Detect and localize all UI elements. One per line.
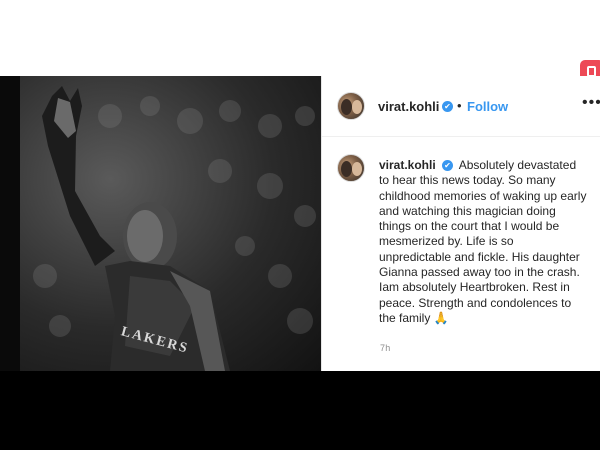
verified-badge-icon: ✔ bbox=[442, 101, 453, 112]
player-photo-illustration bbox=[33, 86, 316, 371]
top-page-band bbox=[0, 0, 600, 76]
caption-text: Absolutely devastated to hear this news … bbox=[379, 158, 587, 325]
post-caption: virat.kohli ✔ Absolutely devastated to h… bbox=[379, 158, 587, 326]
post-timestamp[interactable]: 7h bbox=[380, 343, 391, 353]
post-side-panel: virat.kohli ✔ • Follow ••• virat.kohli ✔… bbox=[321, 76, 600, 371]
post-photo: LAKERS bbox=[20, 76, 321, 371]
more-options-icon[interactable]: ••• bbox=[582, 94, 600, 112]
caption-username[interactable]: virat.kohli bbox=[379, 158, 436, 172]
post-username[interactable]: virat.kohli bbox=[378, 99, 439, 114]
separator-dot: • bbox=[457, 98, 462, 113]
caption-verified-icon: ✔ bbox=[442, 160, 454, 171]
follow-button[interactable]: Follow bbox=[467, 99, 508, 114]
bottom-page-band bbox=[0, 371, 600, 450]
caption-avatar[interactable] bbox=[337, 154, 365, 182]
post-header: virat.kohli ✔ • Follow ••• bbox=[322, 76, 600, 137]
left-page-strip bbox=[0, 76, 20, 371]
avatar[interactable] bbox=[337, 92, 365, 120]
